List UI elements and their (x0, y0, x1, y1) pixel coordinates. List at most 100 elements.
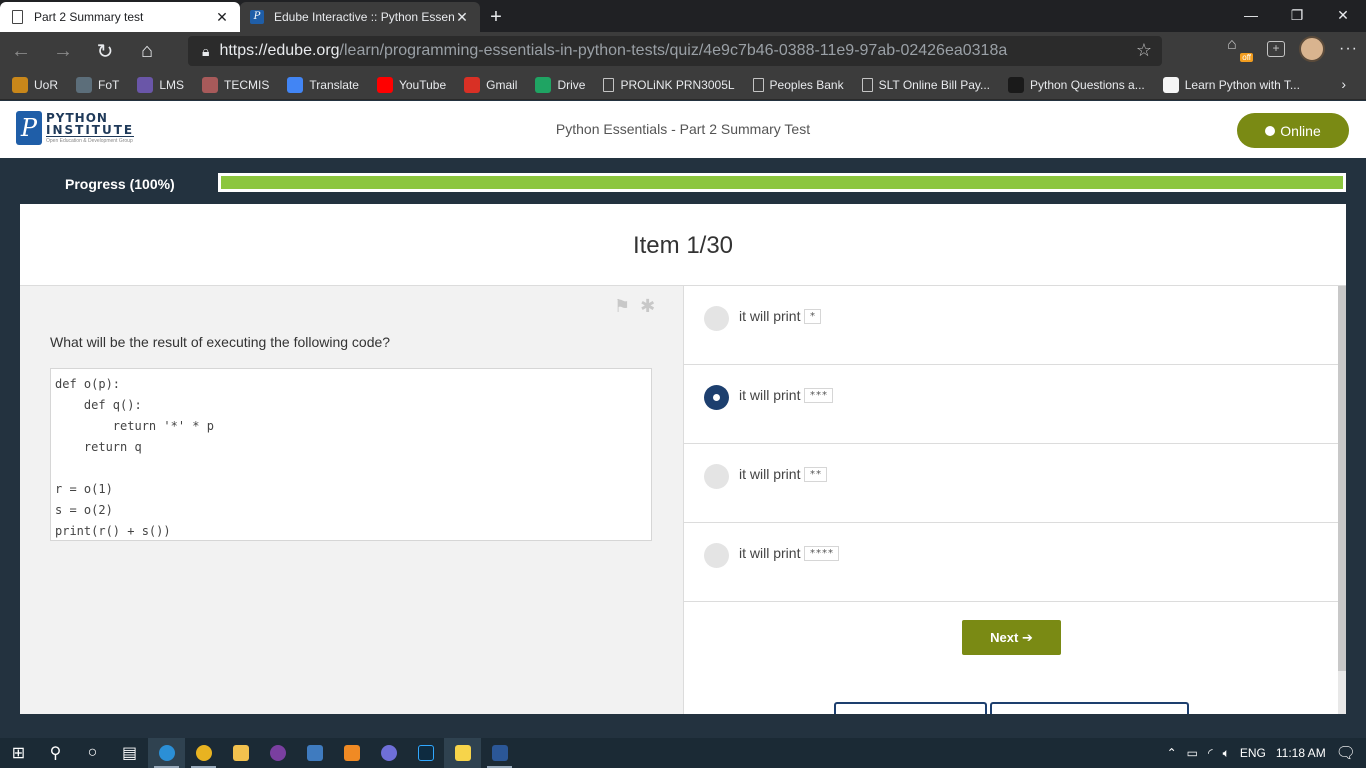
language-indicator[interactable]: ENG (1240, 746, 1266, 760)
windows-start-icon[interactable]: ⊞ (0, 738, 37, 768)
bookmark-item[interactable]: LMS (137, 76, 184, 93)
restore-icon[interactable]: ❐ (1274, 0, 1320, 30)
system-tray: ⌃ ▭ ◜ 🔈︎ ENG 11:18 AM 🗨︎ (1167, 738, 1366, 768)
bookmark-item[interactable]: YouTube (376, 76, 446, 93)
bookmark-item[interactable]: SLT Online Bill Pay... (861, 77, 990, 92)
cortana-icon[interactable]: ○ (74, 738, 111, 768)
answer-text: it will print (739, 545, 801, 561)
browser-tab-active[interactable]: P Edube Interactive :: Python Essen ✕ (240, 2, 480, 32)
bug-report-icon[interactable]: ✱ (640, 296, 655, 317)
bookmark-item[interactable]: Drive (535, 76, 585, 93)
collections-icon[interactable]: + (1267, 41, 1286, 57)
volume-icon[interactable]: 🔈︎ (1223, 746, 1230, 761)
chrome-icon[interactable] (185, 738, 222, 768)
browser-tab[interactable]: Part 2 Summary test ✕ (0, 2, 240, 32)
bookmark-item[interactable]: Peoples Bank (752, 77, 844, 92)
scrollbar[interactable] (1338, 286, 1346, 714)
radio-selected[interactable] (704, 385, 729, 410)
sticky-notes-icon[interactable] (444, 738, 481, 768)
status-dot-icon (1265, 125, 1276, 136)
close-tab-icon[interactable]: ✕ (454, 9, 470, 26)
url-scheme: https:// (219, 42, 268, 59)
flag-icon[interactable]: ⚑ (614, 296, 630, 317)
edge-icon[interactable] (148, 738, 185, 768)
document-icon (861, 77, 873, 92)
learn-python-icon (1162, 76, 1179, 93)
search-icon[interactable]: ⚲ (37, 738, 74, 768)
clock[interactable]: 11:18 AM (1276, 746, 1326, 760)
answer-text: it will print (739, 466, 801, 482)
question-text: What will be the result of executing the… (50, 334, 391, 350)
answer-code: *** (804, 387, 833, 403)
bookmark-item[interactable]: Translate (287, 76, 359, 93)
answer-code: ** (804, 466, 827, 482)
answer-option[interactable]: it will print ** (684, 444, 1338, 523)
item-counter: Item 1/30 (632, 232, 734, 259)
youtube-icon (376, 76, 393, 93)
online-status-badge[interactable]: Online (1237, 113, 1349, 148)
windows-taskbar: ⊞ ⚲ ○ ▤ ⌃ ▭ ◜ 🔈︎ ENG 11:18 AM 🗨︎ (0, 738, 1366, 768)
battery-icon[interactable]: ▭ (1187, 746, 1198, 760)
nav-button-partial[interactable] (990, 702, 1189, 714)
bookmark-item[interactable]: Gmail (464, 76, 518, 93)
next-button[interactable]: Next ➔ (962, 620, 1061, 655)
question-tools: ⚑ ✱ (614, 296, 655, 317)
chevron-up-icon[interactable]: ⌃ (1167, 746, 1177, 760)
wifi-icon[interactable]: ◜ (1208, 746, 1213, 760)
bookmark-item[interactable]: PROLiNK PRN3005L (603, 77, 735, 92)
favorite-star-icon[interactable]: ☆ (1136, 40, 1152, 61)
item-header: Item 1/30 (20, 204, 1346, 286)
nav-button-partial[interactable] (834, 702, 987, 714)
bookmark-item[interactable]: Learn Python with T... (1162, 76, 1300, 93)
bookmark-item[interactable]: Python Questions a... (1008, 76, 1145, 93)
bookmark-label: Gmail (486, 77, 518, 92)
sublime-text-icon[interactable] (333, 738, 370, 768)
close-tab-icon[interactable]: ✕ (214, 9, 230, 26)
page-title: Python Essentials - Part 2 Summary Test (555, 121, 811, 137)
refresh-icon[interactable]: ↻ (84, 32, 126, 70)
task-view-icon[interactable]: ▤ (111, 738, 148, 768)
browser-tab-strip: Part 2 Summary test ✕ P Edube Interactiv… (0, 0, 1366, 32)
answer-option[interactable]: it will print *** (684, 365, 1338, 444)
file-explorer-icon[interactable] (222, 738, 259, 768)
uor-icon (12, 76, 28, 93)
new-tab-icon[interactable]: + (480, 2, 512, 32)
document-icon (603, 77, 615, 92)
app-icon[interactable] (370, 738, 407, 768)
radio-button[interactable] (704, 464, 729, 489)
minimize-icon[interactable]: — (1228, 0, 1274, 30)
answers-pane: it will print * it will print *** it will pr… (683, 286, 1338, 714)
answer-option[interactable]: it will print **** (684, 523, 1338, 602)
word-icon[interactable] (481, 738, 518, 768)
answer-option[interactable]: it will print * (684, 286, 1338, 365)
close-window-icon[interactable]: ✕ (1320, 0, 1366, 30)
window-controls: — ❐ ✕ (1228, 0, 1366, 30)
forward-icon[interactable]: → (42, 32, 84, 70)
address-bar[interactable]: 🔒︎ https://edube.org/learn/programming-e… (188, 36, 1162, 66)
bookmark-label: TECMIS (224, 77, 270, 92)
app-icon[interactable] (259, 738, 296, 768)
bookmark-item[interactable]: TECMIS (202, 76, 270, 93)
radio-button[interactable] (704, 543, 729, 568)
bookmark-label: UoR (34, 77, 59, 92)
bookmark-item[interactable]: FoT (76, 76, 119, 93)
app-header: P PYTHON INSTITUTE Open Education & Deve… (0, 101, 1366, 158)
more-menu-icon[interactable]: ··· (1339, 40, 1358, 58)
extension-badge: off (1240, 53, 1254, 62)
bookmark-item[interactable]: UoR (12, 76, 59, 93)
python-idle-icon[interactable] (296, 738, 333, 768)
home-icon[interactable]: ⌂ (126, 32, 168, 70)
quiz-card: Item 1/30 ⚑ ✱ What will be the result of… (20, 204, 1346, 714)
bookmarks-bar: UoR FoT LMS TECMIS Translate YouTube Gmail Driv… (0, 70, 1366, 100)
photoshop-icon[interactable] (407, 738, 444, 768)
radio-button[interactable] (704, 306, 729, 331)
lock-icon: 🔒︎ (202, 42, 210, 59)
back-icon[interactable]: ← (0, 32, 42, 70)
gmail-icon (464, 76, 481, 93)
notifications-icon[interactable]: 🗨︎ (1336, 743, 1356, 763)
profile-avatar[interactable] (1299, 36, 1326, 62)
answer-label: it will print **** (739, 545, 839, 561)
extension-icon[interactable]: ⌂ off (1227, 36, 1254, 62)
bookmarks-overflow-icon[interactable]: › (1341, 76, 1346, 92)
scrollbar-thumb[interactable] (1338, 286, 1346, 671)
